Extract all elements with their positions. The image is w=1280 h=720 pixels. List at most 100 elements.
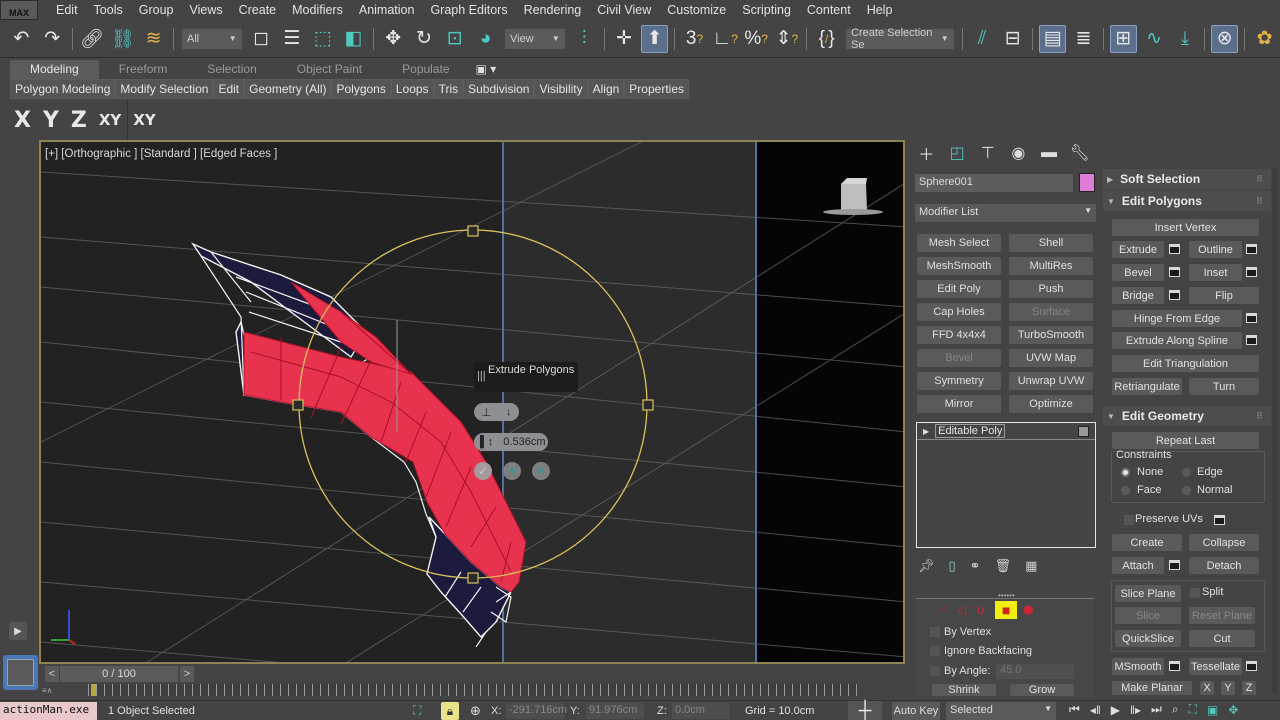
modifier-button-push[interactable]: Push	[1009, 280, 1093, 298]
stack-item-editable-poly[interactable]: ▶ Editable Poly	[917, 423, 1095, 440]
menu-modifiers[interactable]: Modifiers	[292, 3, 343, 17]
element-level-icon[interactable]: ⬢	[1023, 603, 1033, 617]
zoom-icon[interactable]: ⌕	[1172, 702, 1179, 717]
constraint-normal-radio[interactable]	[1182, 486, 1191, 495]
reference-coord-dropdown[interactable]: View ▼	[504, 28, 565, 49]
track-bar[interactable]	[88, 684, 858, 696]
caddy-apply-button[interactable]: +	[503, 462, 521, 480]
hinge-settings-icon[interactable]	[1246, 313, 1257, 323]
constraint-edge-radio[interactable]	[1182, 468, 1191, 477]
checkbox[interactable]	[930, 627, 940, 637]
window-crossing-icon[interactable]: ◧	[340, 25, 367, 53]
menu-views[interactable]: Views	[189, 3, 222, 17]
axis-snap-button[interactable]: XY	[133, 111, 155, 129]
modifier-button-surface[interactable]: Surface	[1009, 303, 1093, 321]
reset-plane-button[interactable]: Reset Plane	[1189, 607, 1255, 624]
quickslice-button[interactable]: QuickSlice	[1115, 630, 1181, 647]
keyboard-shortcut-override-icon[interactable]: ⬆	[641, 24, 669, 53]
by-angle-spinner[interactable]: 45.0	[996, 664, 1074, 679]
align-icon[interactable]: ⊟	[999, 25, 1026, 53]
scale-icon[interactable]: ⊡	[441, 25, 468, 53]
flip-button[interactable]: Flip	[1189, 287, 1259, 304]
undo-icon[interactable]: ↶	[8, 25, 35, 53]
current-frame-marker[interactable]	[91, 684, 96, 696]
previous-frame-icon[interactable]: ◂‖	[1090, 703, 1101, 717]
viewport-orthographic[interactable]: [+] [Orthographic ] [Standard ] [Edged F…	[39, 140, 905, 664]
make-planar-button[interactable]: Make Planar	[1112, 681, 1192, 695]
edge-level-icon[interactable]: ◁	[957, 603, 966, 617]
rotate-icon[interactable]: ↻	[411, 25, 438, 53]
placement-icon[interactable]: ◕	[472, 25, 499, 53]
menu-group[interactable]: Group	[139, 3, 174, 17]
ribbon-panel-properties[interactable]: Properties	[624, 79, 689, 99]
ribbon-panel-geometry-all[interactable]: Geometry (All)	[244, 79, 332, 99]
menu-customize[interactable]: Customize	[667, 3, 726, 17]
ignore-backfacing-checkbox[interactable]: Ignore Backfacing	[930, 645, 1032, 657]
x-coord-field[interactable]: -291.716cm	[506, 703, 567, 719]
modifier-button-mirror[interactable]: Mirror	[917, 395, 1001, 413]
ribbon-panel-visibility[interactable]: Visibility	[534, 79, 588, 99]
outline-settings-icon[interactable]	[1246, 244, 1257, 254]
menu-civil-view[interactable]: Civil View	[597, 3, 651, 17]
modify-tab-icon[interactable]: ◰	[945, 141, 970, 165]
snap-3d-icon[interactable]: 3?	[681, 25, 708, 53]
modifier-button-uvw-map[interactable]: UVW Map	[1009, 349, 1093, 367]
y-coord-field[interactable]: 91.976cm	[586, 703, 644, 719]
ribbon-panel-align[interactable]: Align	[587, 79, 625, 99]
scene-explorer-icon[interactable]: ▤	[1039, 24, 1067, 53]
ribbon-panel-modify-selection[interactable]: Modify Selection	[115, 79, 214, 99]
edit-polygons-rollout-header[interactable]: ▼ Edit Polygons ⠿	[1103, 191, 1271, 211]
selection-filter-dropdown[interactable]: All ▼	[181, 28, 242, 49]
rectangular-selection-icon[interactable]: ⬚	[309, 25, 336, 53]
render-setup-icon[interactable]: ✿	[1251, 25, 1278, 53]
bind-space-warp-icon[interactable]: ≋	[140, 25, 167, 53]
unlink-icon[interactable]: ⛓	[109, 25, 136, 53]
inset-settings-icon[interactable]	[1246, 267, 1257, 277]
edit-geometry-rollout-header[interactable]: ▼ Edit Geometry ⠿	[1103, 406, 1271, 426]
stack-item-toggle[interactable]	[1078, 425, 1089, 437]
move-icon[interactable]: ✥	[380, 25, 407, 53]
menu-graph-editors[interactable]: Graph Editors	[430, 3, 507, 17]
extrude-type-button[interactable]: ⊥ ↓	[474, 403, 519, 421]
schematic-view-icon[interactable]: ⤓	[1172, 25, 1199, 53]
next-frame-icon[interactable]: ‖▸	[1130, 703, 1141, 717]
make-planar-x-button[interactable]: X	[1200, 681, 1214, 695]
repeat-last-button[interactable]: Repeat Last	[1112, 432, 1259, 449]
caddy-cancel-button[interactable]: ✕	[532, 462, 550, 480]
caddy-grip-icon[interactable]: |||	[477, 370, 486, 382]
grow-button[interactable]: Grow	[1010, 684, 1074, 696]
layer-explorer-icon[interactable]: ≣	[1070, 25, 1097, 53]
attach-button[interactable]: Attach	[1112, 557, 1164, 574]
checkbox[interactable]	[930, 646, 940, 656]
ribbon-options-icon[interactable]: ▣ ▾	[470, 60, 503, 79]
material-editor-icon[interactable]: ⊗	[1211, 24, 1239, 53]
named-selection-dropdown[interactable]: Create Selection Se ▼	[846, 27, 954, 51]
utilities-tab-icon[interactable]: 🔧︎	[1067, 141, 1092, 165]
curve-editor-icon[interactable]: ∿	[1141, 25, 1168, 53]
pin-stack-icon[interactable]: 📌︎	[918, 558, 935, 574]
soft-selection-rollout-header[interactable]: ▶ Soft Selection ⠿	[1103, 169, 1271, 189]
extrude-along-spline-button[interactable]: Extrude Along Spline	[1112, 332, 1242, 349]
absolute-mode-icon[interactable]: ⊕	[470, 703, 481, 719]
split-checkbox[interactable]	[1190, 588, 1200, 598]
time-next-button[interactable]: >	[180, 666, 194, 682]
viewport-layout-expand-icon[interactable]: ▶	[9, 622, 27, 640]
modifier-button-unwrap-uvw[interactable]: Unwrap UVW	[1009, 372, 1093, 390]
track-bar-toggle-icon[interactable]: ≡∧	[42, 686, 53, 695]
create-button[interactable]: Create	[1112, 534, 1182, 551]
redo-icon[interactable]: ↷	[39, 25, 66, 53]
modifier-stack[interactable]: ▶ Editable Poly	[916, 422, 1096, 548]
shrink-button[interactable]: Shrink	[932, 684, 996, 696]
selection-lock-icon[interactable]: 🔒︎	[441, 702, 459, 720]
mirror-icon[interactable]: ⫽	[969, 25, 996, 53]
select-by-name-icon[interactable]: ☰	[278, 25, 305, 53]
motion-tab-icon[interactable]: ◉	[1006, 141, 1031, 165]
menu-scripting[interactable]: Scripting	[742, 3, 791, 17]
modifier-list-dropdown[interactable]: Modifier List ▼	[915, 204, 1096, 222]
viewcube[interactable]	[823, 178, 883, 215]
go-to-start-icon[interactable]: ⏮	[1069, 702, 1080, 717]
make-planar-y-button[interactable]: Y	[1221, 681, 1235, 695]
display-tab-icon[interactable]: ▬	[1037, 141, 1062, 165]
spinner-snap-icon[interactable]: ⇕?	[774, 25, 801, 53]
menu-rendering[interactable]: Rendering	[524, 3, 582, 17]
